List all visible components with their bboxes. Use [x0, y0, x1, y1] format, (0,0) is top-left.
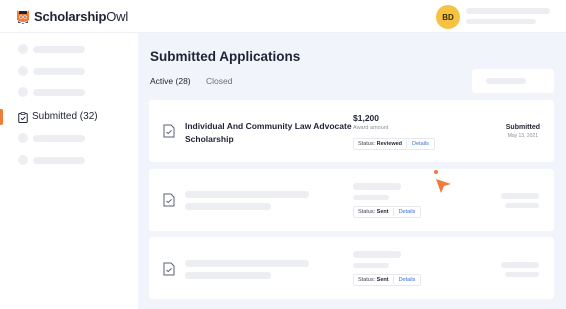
- details-link[interactable]: Details: [394, 277, 421, 283]
- amount-label-placeholder: [353, 195, 389, 200]
- details-link[interactable]: Details: [394, 209, 421, 215]
- details-link[interactable]: Details: [407, 141, 434, 147]
- title-placeholder: [185, 272, 271, 279]
- sidebar-label-placeholder: [33, 156, 85, 164]
- date-placeholder: [505, 203, 539, 208]
- sidebar-label-placeholder: [33, 134, 85, 142]
- status-value: Sent: [376, 209, 389, 215]
- submission-state: Submitted: [505, 124, 540, 131]
- status-text: Status: Reviewed: [354, 141, 406, 147]
- filter-placeholder: [486, 78, 526, 84]
- status-badge: Status: Sent Details: [353, 274, 422, 286]
- sidebar-item-placeholder[interactable]: [18, 44, 85, 54]
- user-email-placeholder: [466, 19, 536, 24]
- page-title: Submitted Applications: [150, 49, 301, 64]
- award-amount-label: Award amount: [353, 125, 389, 131]
- application-card[interactable]: Status: Sent Details: [149, 237, 554, 299]
- sidebar-icon-placeholder: [18, 44, 28, 54]
- status-prefix: Status:: [358, 277, 376, 283]
- sidebar-item-submitted[interactable]: Submitted (32): [0, 109, 138, 125]
- status-prefix: Status:: [358, 141, 376, 147]
- sidebar-item-placeholder[interactable]: [18, 66, 85, 76]
- logo[interactable]: ScholarshipOwl: [16, 9, 128, 24]
- sidebar-label-placeholder: [33, 67, 85, 75]
- sidebar-label-placeholder: [33, 45, 85, 53]
- sidebar: Submitted (32): [0, 33, 138, 309]
- scholarship-title[interactable]: Individual And Community Law Advocate Sc…: [185, 120, 355, 146]
- document-check-icon: [163, 193, 175, 207]
- sidebar-icon-placeholder: [18, 66, 28, 76]
- status-text: Status: Sent: [354, 277, 393, 283]
- logo-text-light: Owl: [106, 9, 129, 24]
- logo-wordmark: ScholarshipOwl: [34, 9, 128, 24]
- sidebar-icon-placeholder: [18, 133, 28, 143]
- sidebar-label-placeholder: [33, 88, 85, 96]
- sidebar-item-placeholder[interactable]: [18, 87, 85, 97]
- status-value: Sent: [376, 277, 389, 283]
- amount-placeholder: [353, 251, 401, 258]
- filter-dropdown[interactable]: [472, 69, 554, 93]
- sidebar-item-placeholder[interactable]: [18, 155, 85, 165]
- active-indicator: [0, 109, 3, 125]
- status-value: Reviewed: [376, 141, 403, 147]
- amount-placeholder: [353, 183, 401, 190]
- owl-logo-icon: [17, 10, 29, 24]
- amount-label-placeholder: [353, 263, 389, 268]
- logo-text-bold: Scholarship: [34, 9, 107, 24]
- user-name-placeholder: [466, 8, 550, 14]
- tab-closed[interactable]: Closed: [206, 76, 232, 86]
- submission-date: May 13, 2021: [507, 133, 538, 139]
- status-text: Status: Sent: [354, 209, 393, 215]
- top-header: ScholarshipOwl BD: [0, 0, 566, 33]
- pointer-cursor-icon: [436, 179, 451, 193]
- title-placeholder: [185, 260, 309, 267]
- award-amount: $1,200: [353, 113, 379, 123]
- main-content: Submitted Applications Active (28) Close…: [138, 33, 566, 309]
- status-badge: Status: Sent Details: [353, 206, 422, 218]
- application-card[interactable]: Individual And Community Law Advocate Sc…: [149, 100, 554, 162]
- state-placeholder: [501, 262, 539, 268]
- click-indicator-dot: [434, 170, 438, 174]
- user-avatar[interactable]: BD: [436, 5, 460, 29]
- state-placeholder: [501, 193, 539, 199]
- clipboard-check-icon: [18, 112, 28, 123]
- tab-active[interactable]: Active (28): [150, 76, 191, 86]
- sidebar-item-label: Submitted (32): [32, 111, 98, 122]
- sidebar-item-placeholder[interactable]: [18, 133, 85, 143]
- title-placeholder: [185, 203, 271, 210]
- application-card[interactable]: Status: Sent Details: [149, 169, 554, 231]
- date-placeholder: [505, 272, 539, 277]
- sidebar-icon-placeholder: [18, 87, 28, 97]
- status-prefix: Status:: [358, 209, 376, 215]
- document-check-icon: [163, 124, 175, 138]
- status-badge: Status: Reviewed Details: [353, 138, 435, 150]
- title-placeholder: [185, 191, 309, 198]
- document-check-icon: [163, 262, 175, 276]
- sidebar-icon-placeholder: [18, 155, 28, 165]
